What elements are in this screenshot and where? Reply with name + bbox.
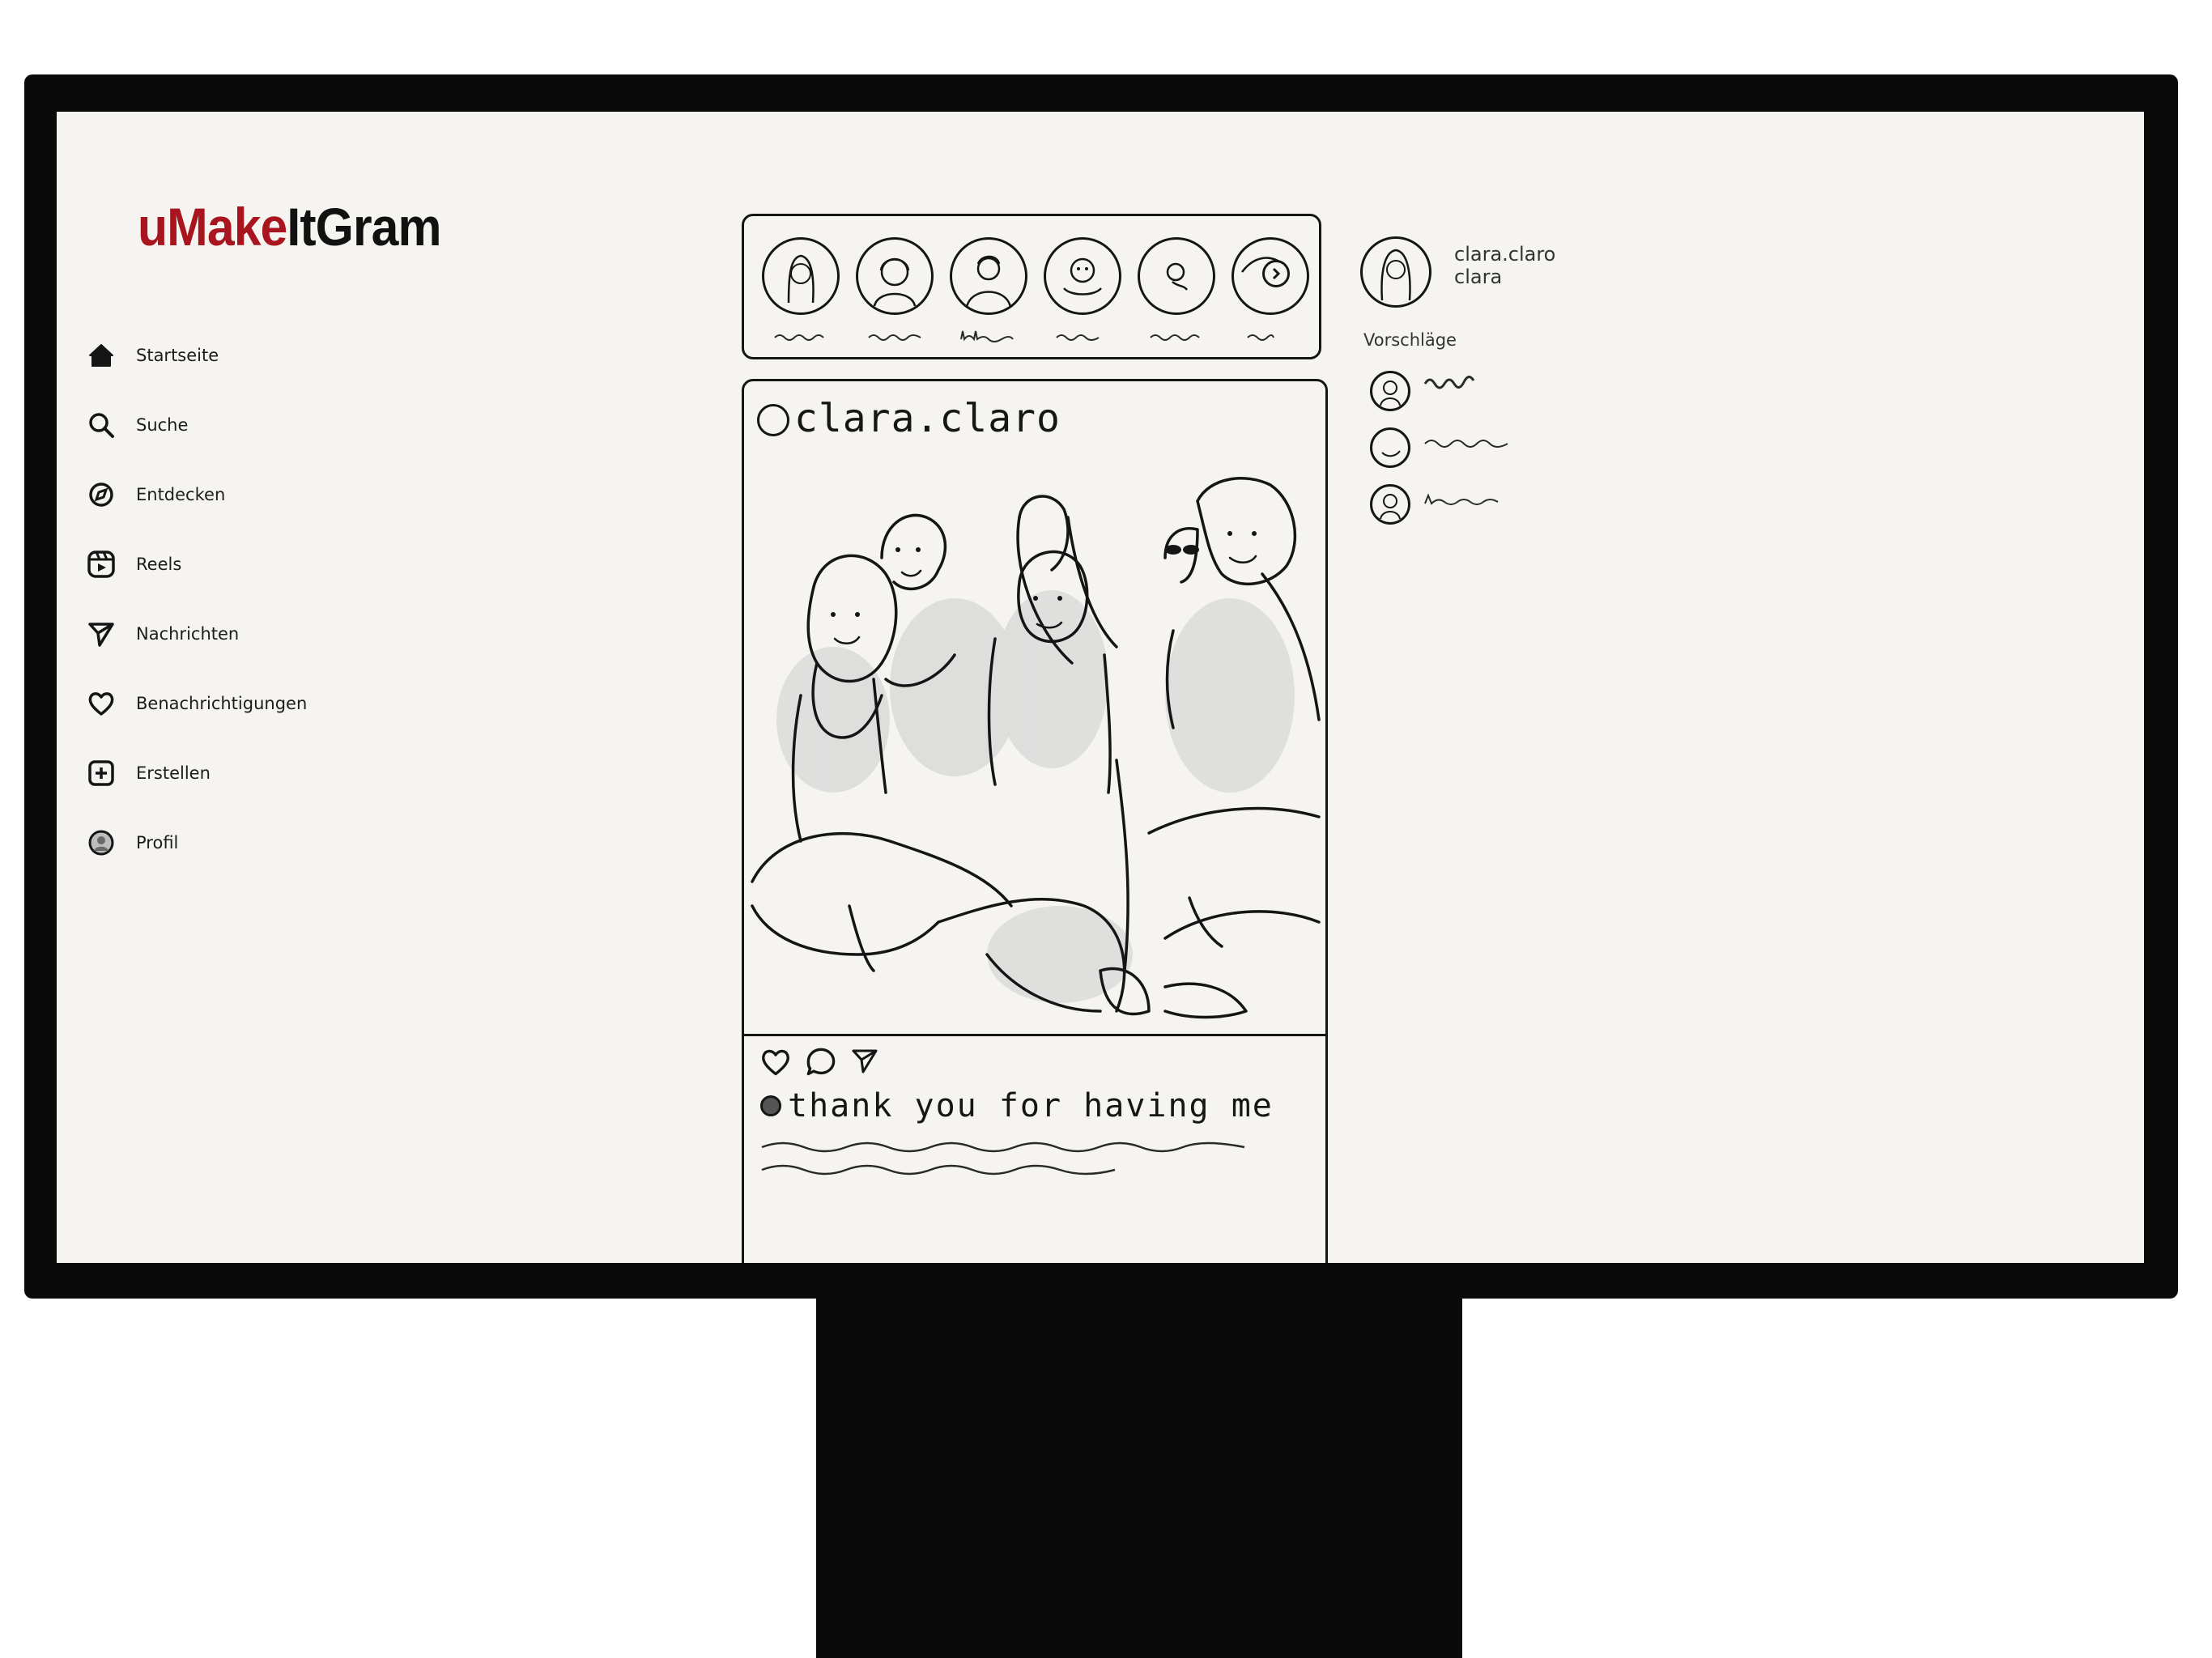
story-name-scribble — [960, 330, 1014, 342]
comment-icon[interactable] — [806, 1047, 836, 1078]
nav-item-entdecken[interactable]: Entdecken — [83, 460, 307, 529]
profile-avatar-icon — [83, 824, 120, 861]
story-name-scribble — [1056, 334, 1100, 341]
compass-icon — [83, 476, 120, 513]
nav-item-benachrichtigungen[interactable]: Benachrichtigungen — [83, 669, 307, 738]
post-image[interactable] — [744, 453, 1325, 1036]
story-name-scribble — [868, 334, 921, 341]
share-send-icon[interactable] — [851, 1047, 882, 1078]
caption-text: thank you for having me — [788, 1087, 1274, 1124]
search-icon — [83, 406, 120, 444]
monitor-frame: uMakeItGram Startseite Suche Entdecken R… — [24, 74, 2178, 1299]
current-user-name: clara — [1454, 266, 1503, 288]
nav-label: Suche — [136, 415, 189, 435]
current-user-avatar[interactable] — [1360, 236, 1431, 308]
stories-bar — [742, 214, 1321, 359]
nav-item-erstellen[interactable]: Erstellen — [83, 738, 307, 808]
post-actions — [760, 1047, 882, 1078]
story-avatar[interactable] — [950, 237, 1027, 315]
logo-itgram: ItGram — [287, 197, 441, 257]
heart-icon — [83, 685, 120, 722]
suggestion-name-scribble — [1424, 493, 1499, 505]
suggestion-name-scribble — [1423, 376, 1475, 389]
story-name-scribble — [774, 334, 824, 341]
story-avatar[interactable] — [856, 237, 934, 315]
story-avatar[interactable] — [762, 237, 840, 315]
nav-label: Entdecken — [136, 485, 226, 504]
sidebar-nav: Startseite Suche Entdecken Reels Nachric… — [83, 321, 307, 878]
suggestion-name-scribble — [1424, 440, 1508, 448]
post-caption: thank you for having me — [760, 1087, 1274, 1124]
nav-item-startseite[interactable]: Startseite — [83, 321, 307, 390]
suggestion-avatar[interactable] — [1370, 371, 1410, 411]
nav-label: Benachrichtigungen — [136, 694, 308, 713]
nav-item-profil[interactable]: Profil — [83, 808, 307, 878]
post-username[interactable]: clara.claro — [794, 396, 1061, 441]
post-author-avatar[interactable] — [757, 404, 789, 436]
post-header: clara.claro — [744, 381, 1325, 455]
home-icon — [83, 337, 120, 374]
nav-label: Nachrichten — [136, 624, 240, 644]
send-icon — [83, 615, 120, 653]
nav-label: Startseite — [136, 346, 219, 365]
current-user-username[interactable]: clara.claro — [1454, 243, 1555, 266]
story-avatar[interactable] — [1138, 237, 1215, 315]
nav-label: Erstellen — [136, 763, 211, 783]
app-logo[interactable]: uMakeItGram — [138, 196, 442, 257]
story-name-scribble — [1150, 334, 1200, 341]
monitor-stand — [816, 1247, 1462, 1658]
screen: uMakeItGram Startseite Suche Entdecken R… — [57, 112, 2144, 1263]
like-heart-icon[interactable] — [760, 1047, 791, 1078]
logo-prefix: u — [138, 197, 168, 257]
story-avatar[interactable] — [1044, 237, 1121, 315]
nav-label: Profil — [136, 833, 179, 852]
nav-item-nachrichten[interactable]: Nachrichten — [83, 599, 307, 669]
suggestion-avatar[interactable] — [1370, 484, 1410, 525]
story-name-scribble — [1247, 334, 1274, 341]
suggestion-avatar[interactable] — [1370, 427, 1410, 468]
nav-item-reels[interactable]: Reels — [83, 529, 307, 599]
suggestions-title: Vorschläge — [1363, 330, 1457, 350]
chevron-right-icon[interactable] — [1262, 260, 1290, 287]
feed-post: clara.claro thank you for having me — [742, 379, 1328, 1263]
reels-icon — [83, 546, 120, 583]
group-photo-sketch — [751, 477, 1321, 1019]
nav-label: Reels — [136, 555, 182, 574]
caption-avatar[interactable] — [760, 1095, 781, 1116]
logo-make: Make — [167, 197, 287, 257]
nav-item-suche[interactable]: Suche — [83, 390, 307, 460]
plus-square-icon — [83, 755, 120, 792]
comments-scribble — [761, 1141, 1245, 1175]
